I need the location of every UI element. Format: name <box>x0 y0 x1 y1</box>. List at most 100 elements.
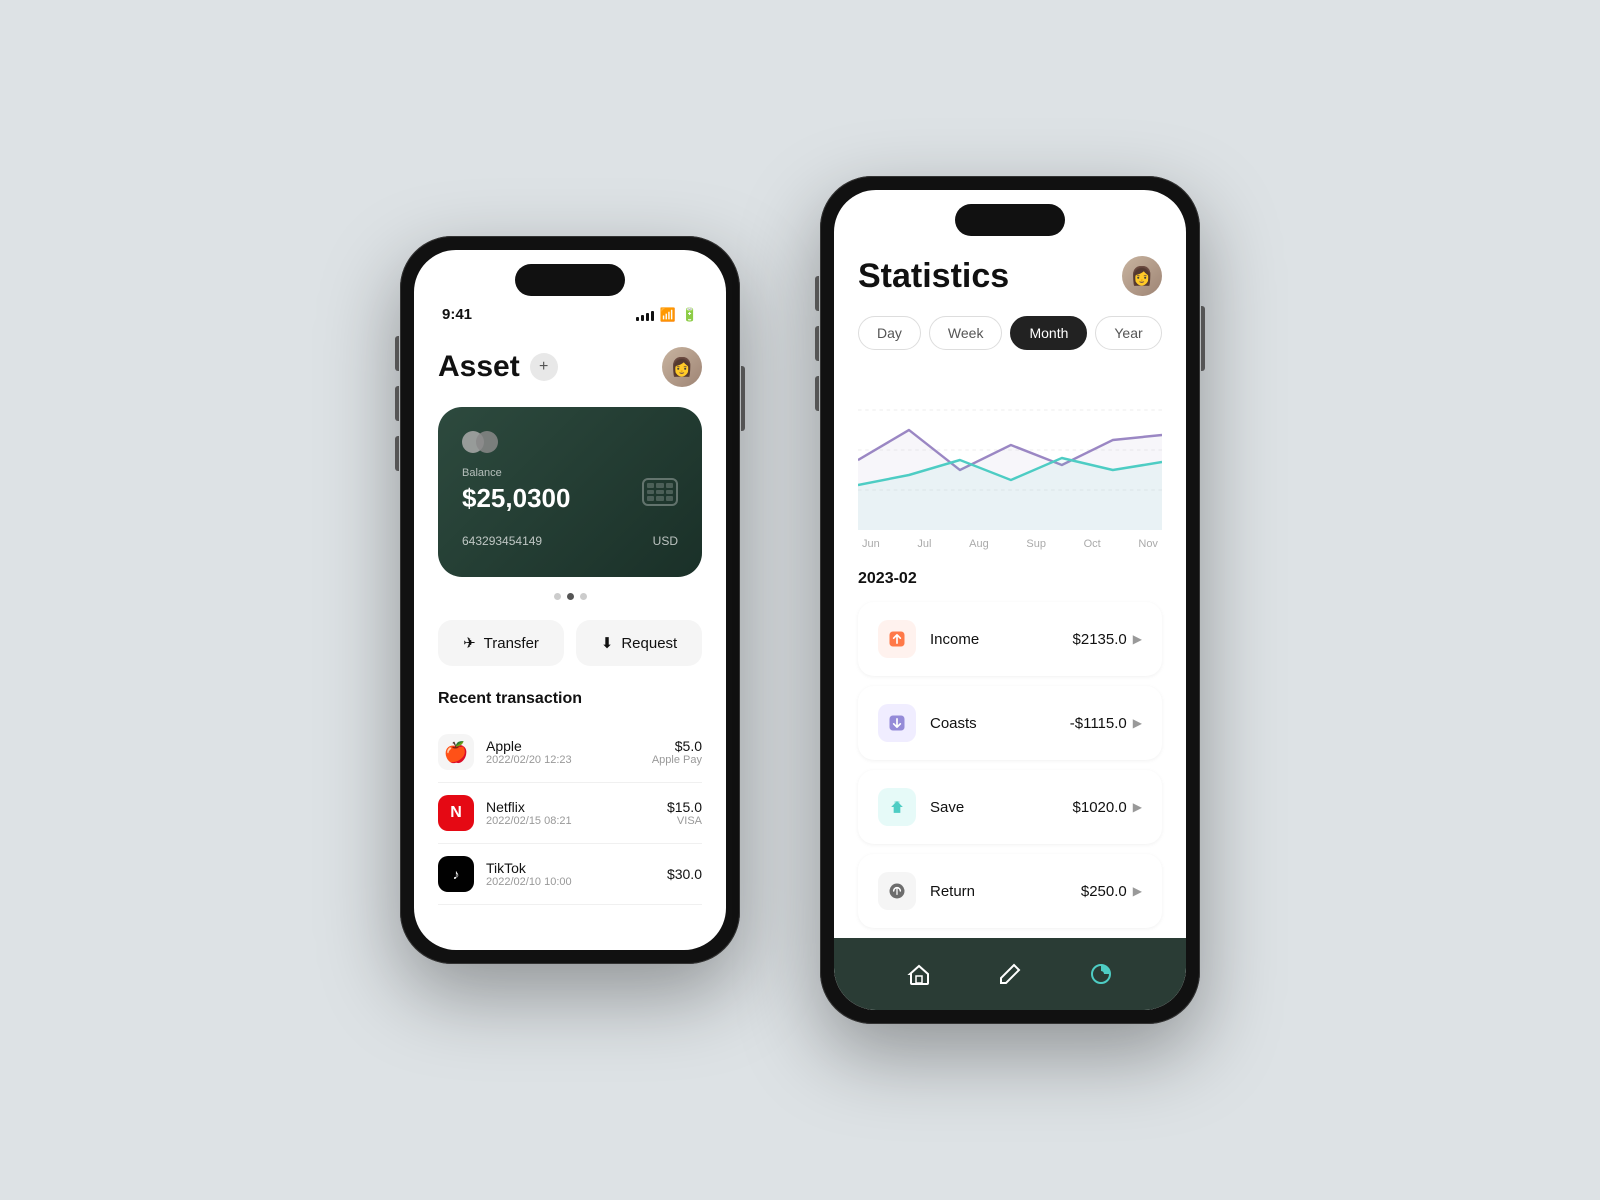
tx-info: Apple 2022/02/20 12:23 <box>486 738 572 766</box>
return-stat-item[interactable]: Return $250.0 ▶ <box>858 854 1162 928</box>
tx-date: 2022/02/15 08:21 <box>486 815 572 827</box>
stats-content: Statistics 👩 Day Week Month Year <box>834 190 1186 928</box>
coasts-label: Coasts <box>930 715 977 732</box>
stats-item-left: Save <box>878 788 964 826</box>
income-icon <box>878 620 916 658</box>
chip-cell <box>656 490 663 495</box>
signal-bars-icon <box>636 309 654 321</box>
chip-cell <box>666 496 673 501</box>
tx-amount: $5.0 <box>652 738 702 754</box>
return-icon <box>878 872 916 910</box>
chip-cell <box>647 483 654 488</box>
coasts-arrow-icon: ▶ <box>1133 716 1142 730</box>
chart-label-nov: Nov <box>1138 538 1158 550</box>
chip-cell <box>656 483 663 488</box>
asset-title: Asset + <box>438 350 558 384</box>
tx-info: TikTok 2022/02/10 10:00 <box>486 860 572 888</box>
stats-right: $1020.0 ▶ <box>1073 799 1142 816</box>
chip-cell <box>647 490 654 495</box>
avatar[interactable]: 👩 <box>662 347 702 387</box>
dynamic-island <box>515 264 625 296</box>
stats-right: $250.0 ▶ <box>1081 883 1142 900</box>
save-stat-item[interactable]: Save $1020.0 ▶ <box>858 770 1162 844</box>
card-dot-1 <box>554 593 561 600</box>
coasts-icon <box>878 704 916 742</box>
transfer-label: Transfer <box>484 635 539 652</box>
coasts-value: -$1115.0 <box>1070 715 1127 732</box>
chart-label-sup: Sup <box>1026 538 1046 550</box>
save-label: Save <box>930 799 964 816</box>
tx-left: N Netflix 2022/02/15 08:21 <box>438 795 572 831</box>
table-row: ♪ TikTok 2022/02/10 10:00 $30.0 <box>438 844 702 905</box>
save-value: $1020.0 <box>1073 799 1127 816</box>
income-stat-item[interactable]: Income $2135.0 ▶ <box>858 602 1162 676</box>
chip-cell <box>666 483 673 488</box>
card-dot-3 <box>580 593 587 600</box>
tx-amount: $30.0 <box>667 866 702 882</box>
card-footer: 643293454149 USD <box>462 534 678 548</box>
dynamic-island-2 <box>955 204 1065 236</box>
signal-bar-2 <box>641 315 644 321</box>
table-row: N Netflix 2022/02/15 08:21 $15.0 VISA <box>438 783 702 844</box>
card-number: 643293454149 <box>462 534 542 548</box>
chip-cell <box>656 496 663 501</box>
card-chip-icon <box>642 478 678 506</box>
chart-label-jul: Jul <box>917 538 931 550</box>
chart-label-aug: Aug <box>969 538 989 550</box>
chart-label-oct: Oct <box>1084 538 1101 550</box>
stats-avatar[interactable]: 👩 <box>1122 256 1162 296</box>
period-month-button[interactable]: Month <box>1010 316 1087 350</box>
nav-edit-button[interactable] <box>992 956 1028 992</box>
netflix-icon: N <box>438 795 474 831</box>
signal-bar-1 <box>636 317 639 321</box>
chart-label-jun: Jun <box>862 538 880 550</box>
nav-stats-button[interactable] <box>1083 956 1119 992</box>
tx-method: VISA <box>667 815 702 827</box>
tx-amount: $15.0 <box>667 799 702 815</box>
period-year-button[interactable]: Year <box>1095 316 1161 350</box>
stats-date-label: 2023-02 <box>858 570 1162 588</box>
save-arrow-icon: ▶ <box>1133 800 1142 814</box>
bottom-navigation <box>834 938 1186 1010</box>
status-icons: 📶 🔋 <box>636 307 698 323</box>
chart-svg <box>858 370 1162 530</box>
add-button[interactable]: + <box>530 353 558 381</box>
chip-cell <box>647 496 654 501</box>
signal-bar-4 <box>651 311 654 321</box>
save-icon <box>878 788 916 826</box>
tx-name: Netflix <box>486 799 572 815</box>
tx-date: 2022/02/10 10:00 <box>486 876 572 888</box>
card-dot-2 <box>567 593 574 600</box>
status-time: 9:41 <box>442 306 472 323</box>
table-row: 🍎 Apple 2022/02/20 12:23 $5.0 Apple Pay <box>438 722 702 783</box>
request-icon: ⬇ <box>601 634 614 652</box>
nav-home-button[interactable] <box>901 956 937 992</box>
signal-bar-3 <box>646 313 649 321</box>
tiktok-icon: ♪ <box>438 856 474 892</box>
chart-labels: Jun Jul Aug Sup Oct Nov <box>858 538 1162 550</box>
transfer-button[interactable]: ✈ Transfer <box>438 620 564 666</box>
statistics-chart <box>858 370 1162 530</box>
credit-card: Balance $25,0300 64329345414 <box>438 407 702 577</box>
coasts-stat-item[interactable]: Coasts -$1115.0 ▶ <box>858 686 1162 760</box>
stats-item-left: Income <box>878 620 979 658</box>
request-button[interactable]: ⬇ Request <box>576 620 702 666</box>
return-arrow-icon: ▶ <box>1133 884 1142 898</box>
income-arrow-icon: ▶ <box>1133 632 1142 646</box>
period-day-button[interactable]: Day <box>858 316 921 350</box>
tx-right: $30.0 <box>667 866 702 882</box>
tx-date: 2022/02/20 12:23 <box>486 754 572 766</box>
action-buttons: ✈ Transfer ⬇ Request <box>438 620 702 666</box>
tx-right: $5.0 Apple Pay <box>652 738 702 766</box>
phone-stats: Statistics 👩 Day Week Month Year <box>820 176 1200 1024</box>
period-week-button[interactable]: Week <box>929 316 1003 350</box>
request-label: Request <box>621 635 677 652</box>
stats-item-left: Coasts <box>878 704 977 742</box>
battery-icon: 🔋 <box>682 307 698 323</box>
wifi-icon: 📶 <box>660 307 676 323</box>
tx-info: Netflix 2022/02/15 08:21 <box>486 799 572 827</box>
period-selector: Day Week Month Year <box>858 316 1162 350</box>
card-currency: USD <box>653 534 678 548</box>
income-label: Income <box>930 631 979 648</box>
income-value: $2135.0 <box>1073 631 1127 648</box>
